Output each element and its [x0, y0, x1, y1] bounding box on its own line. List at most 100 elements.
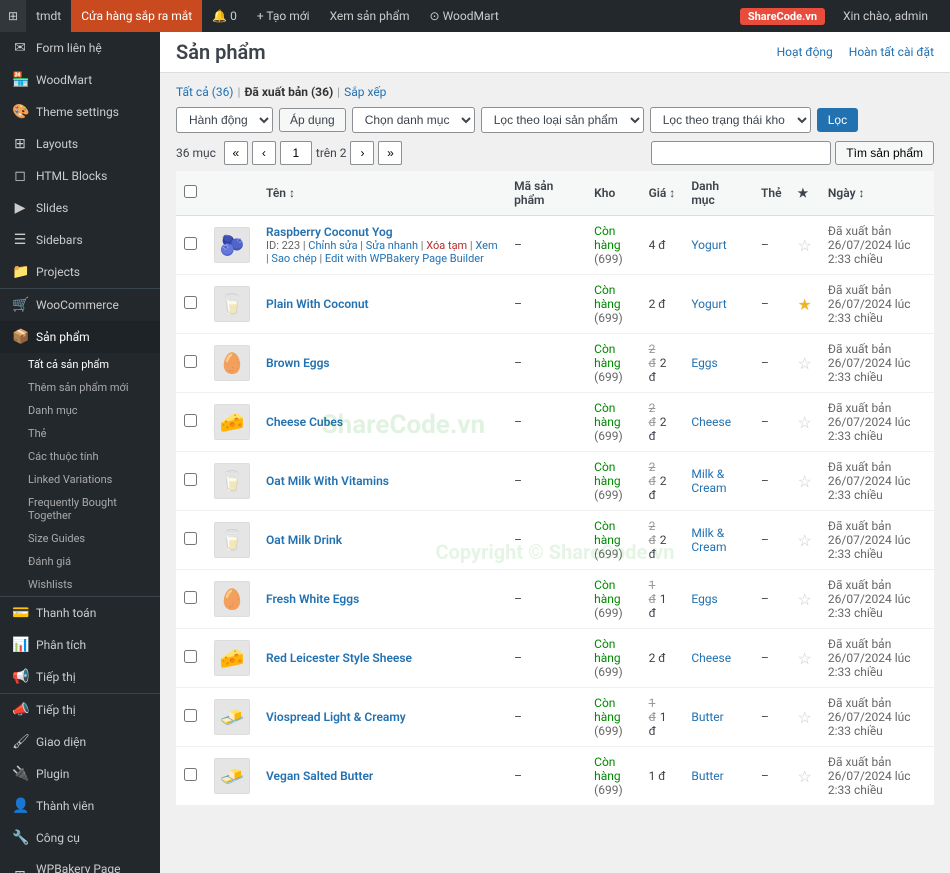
status-all-link[interactable]: Tất cả (36) — [176, 85, 234, 99]
sidebar-item-form[interactable]: ✉ Form liên hệ — [0, 32, 160, 64]
star-icon-8[interactable]: ☆ — [798, 649, 812, 668]
sidebar-item-sidebars[interactable]: ☰ Sidebars — [0, 224, 160, 256]
sidebar-item-layouts[interactable]: ⊞ Layouts — [0, 128, 160, 160]
wp-logo-button[interactable]: ⊞ — [0, 0, 26, 32]
sidebar-sub-all[interactable]: Tất cả sản phẩm — [0, 353, 160, 376]
header-date[interactable]: Ngày ↕ — [820, 171, 934, 216]
row-checkbox-4[interactable] — [184, 414, 197, 427]
sidebar-item-slides[interactable]: ▶ Slides — [0, 192, 160, 224]
sidebar-sub-tag[interactable]: Thẻ — [0, 422, 160, 445]
next-next-page-button[interactable]: » — [378, 141, 402, 165]
sidebar-item-tools[interactable]: 🔧 Công cụ — [0, 822, 160, 854]
star-icon-9[interactable]: ☆ — [798, 708, 812, 727]
view-link-1[interactable]: Xem — [475, 239, 497, 252]
wpbakery-link-1[interactable]: Edit with WPBakery Page Builder — [325, 252, 484, 265]
prev-prev-page-button[interactable]: « — [224, 141, 248, 165]
header-name[interactable]: Tên ↕ — [258, 171, 506, 216]
sidebar-item-payment[interactable]: 💳 Thanh toán — [0, 596, 160, 629]
star-icon-4[interactable]: ☆ — [798, 413, 812, 432]
search-button[interactable]: Tìm sản phẩm — [835, 141, 934, 165]
star-icon-6[interactable]: ☆ — [798, 531, 812, 550]
sidebar-item-sanpham[interactable]: 📦 Sản phẩm — [0, 321, 160, 353]
search-input[interactable] — [651, 141, 831, 165]
product-name-link-1[interactable]: Raspberry Coconut Yog — [266, 225, 498, 239]
sidebar-sub-size[interactable]: Size Guides — [0, 527, 160, 550]
view-products-link[interactable]: Xem sản phẩm — [320, 0, 420, 32]
create-new-button[interactable]: + Tạo mới — [247, 0, 320, 32]
quick-edit-link-1[interactable]: Sửa nhanh — [366, 239, 418, 252]
header-stock: Kho — [586, 171, 640, 216]
row-checkbox-5[interactable] — [184, 473, 197, 486]
product-name-link-4[interactable]: Cheese Cubes — [266, 415, 498, 429]
row-checkbox-2[interactable] — [184, 296, 197, 309]
sidebar-item-theme-settings[interactable]: 🎨 Theme settings — [0, 96, 160, 128]
row-checkbox-6[interactable] — [184, 532, 197, 545]
product-name-link-8[interactable]: Red Leicester Style Sheese — [266, 651, 498, 665]
category-select[interactable]: Chọn danh mục — [352, 107, 475, 133]
sidebar-sub-wishlist[interactable]: Wishlists — [0, 573, 160, 596]
row-checkbox-1[interactable] — [184, 237, 197, 250]
status-published-link[interactable]: Đã xuất bản (36) — [244, 85, 333, 99]
next-page-button[interactable]: › — [350, 141, 374, 165]
star-icon-3[interactable]: ☆ — [798, 354, 812, 373]
product-name-link-9[interactable]: Viospread Light & Creamy — [266, 710, 498, 724]
trash-link-1[interactable]: Xóa tạm — [426, 239, 467, 252]
edit-link-1[interactable]: Chỉnh sửa — [308, 239, 357, 252]
stock-select[interactable]: Lọc theo trạng thái kho — [650, 107, 811, 133]
sidebar-item-html-blocks[interactable]: ◻ HTML Blocks — [0, 160, 160, 192]
product-name-link-6[interactable]: Oat Milk Drink — [266, 533, 498, 547]
sidebar-item-wpbakery[interactable]: ⊞ WPBakery Page Builder — [0, 854, 160, 873]
sidebar-sub-category[interactable]: Danh mục — [0, 399, 160, 422]
header-img — [206, 171, 258, 216]
product-category-1: Yogurt — [683, 216, 753, 275]
page-number-input[interactable] — [280, 141, 312, 165]
sidebar-item-analytics[interactable]: 📊 Phân tích — [0, 629, 160, 661]
sidebar-item-giaodien[interactable]: 🖌 Giao diện — [0, 726, 160, 758]
select-all-checkbox[interactable] — [184, 185, 197, 198]
filter-button[interactable]: Lọc — [817, 108, 858, 132]
copy-link-1[interactable]: Sao chép — [271, 252, 316, 265]
woodmart-link[interactable]: ⊙ WoodMart — [420, 0, 509, 32]
product-name-link-10[interactable]: Vegan Salted Butter — [266, 769, 498, 783]
sidebar-sub-linked[interactable]: Linked Variations — [0, 468, 160, 491]
action-select[interactable]: Hành động — [176, 107, 273, 133]
sidebar-item-marketing[interactable]: 📢 Tiếp thị — [0, 661, 160, 693]
product-name-link-2[interactable]: Plain With Coconut — [266, 297, 498, 311]
product-name-cell-8: Red Leicester Style Sheese — [258, 629, 506, 688]
product-name-link-5[interactable]: Oat Milk With Vitamins — [266, 474, 498, 488]
setup-link[interactable]: Hoàn tất cài đặt — [849, 45, 934, 59]
star-icon-1[interactable]: ☆ — [798, 236, 812, 255]
sidebar-item-tiephi[interactable]: 📣 Tiếp thị — [0, 693, 160, 726]
sidebar-sub-review[interactable]: Đánh giá — [0, 550, 160, 573]
sidebar-sub-fbt[interactable]: Frequently Bought Together — [0, 491, 160, 527]
apply-button[interactable]: Áp dụng — [279, 108, 346, 132]
star-icon-7[interactable]: ☆ — [798, 590, 812, 609]
row-checkbox-3[interactable] — [184, 355, 197, 368]
sidebar-item-users[interactable]: 👤 Thành viên — [0, 790, 160, 822]
sidebar-item-woocommerce[interactable]: 🛒 WooCommerce — [0, 288, 160, 321]
site-name-link[interactable]: tmdt — [26, 0, 71, 32]
site-live-link[interactable]: Cửa hàng sắp ra mắt — [71, 0, 202, 32]
sidebar-item-woodmart[interactable]: 🏪 WoodMart — [0, 64, 160, 96]
prev-page-button[interactable]: ‹ — [252, 141, 276, 165]
header-price[interactable]: Giá ↕ — [641, 171, 684, 216]
total-pages-label: trên 2 — [316, 146, 347, 160]
star-icon-5[interactable]: ☆ — [798, 472, 812, 491]
row-checkbox-9[interactable] — [184, 709, 197, 722]
sidebar-sub-attr[interactable]: Các thuộc tính — [0, 445, 160, 468]
notifications-button[interactable]: 🔔 0 — [202, 0, 247, 32]
product-name-link-7[interactable]: Fresh White Eggs — [266, 592, 498, 606]
row-checkbox-7[interactable] — [184, 591, 197, 604]
star-icon-2[interactable]: ★ — [798, 295, 812, 314]
sidebar-item-plugin[interactable]: 🔌 Plugin — [0, 758, 160, 790]
product-category-6: Milk & Cream — [683, 511, 753, 570]
type-select[interactable]: Lọc theo loại sản phẩm — [481, 107, 644, 133]
star-icon-10[interactable]: ☆ — [798, 767, 812, 786]
product-name-link-3[interactable]: Brown Eggs — [266, 356, 498, 370]
sidebar-sub-add[interactable]: Thêm sản phẩm mới — [0, 376, 160, 399]
activity-link[interactable]: Hoạt động — [777, 45, 833, 59]
row-checkbox-8[interactable] — [184, 650, 197, 663]
sidebar-item-projects[interactable]: 📁 Projects — [0, 256, 160, 288]
row-checkbox-10[interactable] — [184, 768, 197, 781]
status-sort-link[interactable]: Sắp xếp — [344, 85, 386, 99]
